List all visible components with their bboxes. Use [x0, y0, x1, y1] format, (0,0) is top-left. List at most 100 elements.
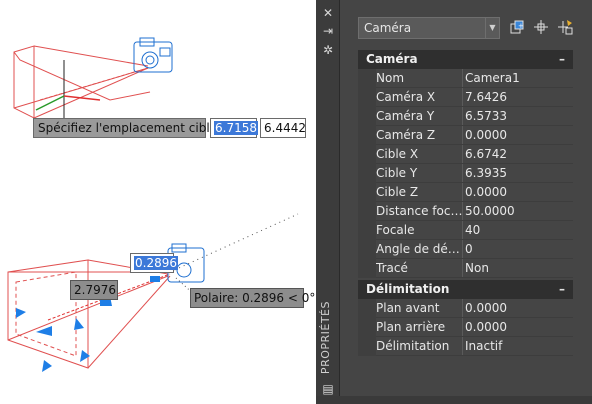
tracking-line	[169, 213, 299, 273]
object-type-dropdown[interactable]: Caméra ▼	[358, 17, 500, 39]
property-row[interactable]: Cible Z 0.0000	[358, 183, 573, 202]
coord-x-input[interactable]: 6.7158	[210, 118, 258, 138]
palette-menu-icon[interactable]: ▤	[320, 382, 336, 396]
column-divider	[462, 299, 463, 318]
property-label: Nom	[376, 71, 405, 85]
coord-y-input[interactable]: 6.4442	[260, 118, 306, 138]
column-divider	[462, 88, 463, 107]
upper-camera-glyph	[133, 37, 173, 73]
property-row[interactable]: Cible Y 6.3935	[358, 164, 573, 183]
property-value[interactable]: 0.0000	[465, 183, 573, 202]
property-value[interactable]: 6.6742	[465, 145, 573, 164]
property-label: Focale	[376, 223, 415, 237]
property-label: Angle de dé…	[376, 242, 460, 256]
command-prompt: Spécifiez l'emplacement cible:	[33, 118, 221, 138]
section-clipping: Délimitation – Plan avant 0.0000 Plan arr…	[358, 280, 573, 356]
property-row[interactable]: Distance foc… 50.0000	[358, 202, 573, 221]
row-divider	[376, 277, 573, 278]
coord-x-value: 6.7158	[214, 121, 258, 135]
property-row[interactable]: Angle de dé… 0	[358, 240, 573, 259]
grip-target[interactable]	[150, 276, 160, 282]
close-icon[interactable]: ✕	[320, 6, 336, 20]
property-value[interactable]: 0	[465, 240, 573, 259]
section-camera-title: Caméra	[366, 52, 418, 66]
property-value[interactable]: 6.3935	[465, 164, 573, 183]
column-divider	[462, 126, 463, 145]
column-divider	[462, 221, 463, 240]
palette-title-strip[interactable]: ✕ ⇥ ✲ PROPRIÉTÉS ▤	[316, 0, 340, 404]
property-label: Délimitation	[376, 339, 450, 353]
column-divider	[462, 240, 463, 259]
section-camera: Caméra – Nom Camera1 Caméra X 7.6426 Camér…	[358, 50, 573, 278]
property-label: Plan avant	[376, 301, 440, 315]
property-label: Cible X	[376, 147, 419, 161]
section-camera-header[interactable]: Caméra –	[358, 50, 573, 69]
property-label: Caméra X	[376, 90, 436, 104]
property-label: Tracé	[376, 261, 408, 275]
property-value[interactable]: 40	[465, 221, 573, 240]
property-value[interactable]: 6.5733	[465, 107, 573, 126]
column-divider	[462, 183, 463, 202]
column-divider	[462, 164, 463, 183]
collapse-icon[interactable]: –	[559, 50, 565, 69]
property-row[interactable]: Plan avant 0.0000	[358, 299, 573, 318]
polar-tooltip: Polaire: 0.2896 < 0°	[190, 288, 315, 308]
property-label: Caméra Z	[376, 128, 436, 142]
column-divider	[462, 145, 463, 164]
property-value[interactable]: Inactif	[465, 337, 573, 356]
section-clipping-header[interactable]: Délimitation –	[358, 280, 573, 299]
property-row[interactable]: Caméra X 7.6426	[358, 88, 573, 107]
property-row[interactable]: Caméra Y 6.5733	[358, 107, 573, 126]
property-row[interactable]: Caméra Z 0.0000	[358, 126, 573, 145]
property-label: Cible Y	[376, 166, 418, 180]
upper-axis-y	[35, 95, 65, 111]
column-divider	[462, 318, 463, 337]
upper-camera-view	[13, 45, 151, 119]
panel-bottom-edge	[316, 396, 592, 404]
dimension-value: 0.2896	[134, 256, 178, 270]
dimension-input[interactable]: 0.2896	[130, 253, 178, 273]
property-row[interactable]: Délimitation Inactif	[358, 337, 573, 356]
property-value[interactable]: Camera1	[465, 69, 573, 88]
property-row[interactable]: Focale 40	[358, 221, 573, 240]
column-divider	[462, 107, 463, 126]
drawing-viewport[interactable]: Spécifiez l'emplacement cible: 6.7158 6.…	[0, 0, 316, 404]
property-label: Caméra Y	[376, 109, 435, 123]
column-divider	[462, 202, 463, 221]
quick-select-icon[interactable]	[556, 19, 574, 37]
property-row[interactable]: Nom Camera1	[358, 69, 573, 88]
coord-y-value: 6.4442	[264, 121, 306, 135]
property-value[interactable]: 0.0000	[465, 299, 573, 318]
property-value[interactable]: 0.0000	[465, 318, 573, 337]
column-divider	[462, 337, 463, 356]
property-value[interactable]: 0.0000	[465, 126, 573, 145]
property-value[interactable]: 50.0000	[465, 202, 573, 221]
command-prompt-text: Spécifiez l'emplacement cible:	[38, 121, 222, 135]
polar-text: Polaire: 0.2896 < 0°	[194, 291, 316, 305]
drawing-canvas[interactable]	[0, 0, 316, 404]
property-label: Distance foc…	[376, 204, 462, 218]
property-row[interactable]: Plan arrière 0.0000	[358, 318, 573, 337]
grip-left[interactable]	[16, 308, 26, 318]
palette-title: PROPRIÉTÉS	[319, 300, 332, 374]
autohide-icon[interactable]: ⇥	[320, 24, 336, 38]
property-row[interactable]: Cible X 6.6742	[358, 145, 573, 164]
row-divider	[376, 355, 573, 356]
grip-bottom[interactable]	[42, 360, 52, 372]
settings-icon[interactable]: ✲	[320, 43, 336, 57]
properties-panel: Caméra ▼ + Caméra – Nom Camera1 Caméra X 7…	[340, 0, 592, 404]
property-label: Cible Z	[376, 185, 419, 199]
property-value[interactable]: Non	[465, 259, 573, 278]
property-value[interactable]: 7.6426	[465, 88, 573, 107]
length-value: 2.7976	[74, 283, 116, 297]
property-label: Plan arrière	[376, 320, 446, 334]
chevron-down-icon[interactable]: ▼	[485, 18, 499, 38]
length-tooltip: 2.7976	[70, 280, 118, 300]
section-clipping-rows: Plan avant 0.0000 Plan arrière 0.0000 Déli…	[358, 299, 573, 356]
column-divider	[462, 259, 463, 278]
toggle-pickadd-icon[interactable]: +	[508, 19, 526, 37]
select-objects-icon[interactable]	[532, 19, 550, 37]
property-row[interactable]: Tracé Non	[358, 259, 573, 278]
collapse-icon[interactable]: –	[559, 280, 565, 299]
section-clipping-title: Délimitation	[366, 282, 450, 296]
